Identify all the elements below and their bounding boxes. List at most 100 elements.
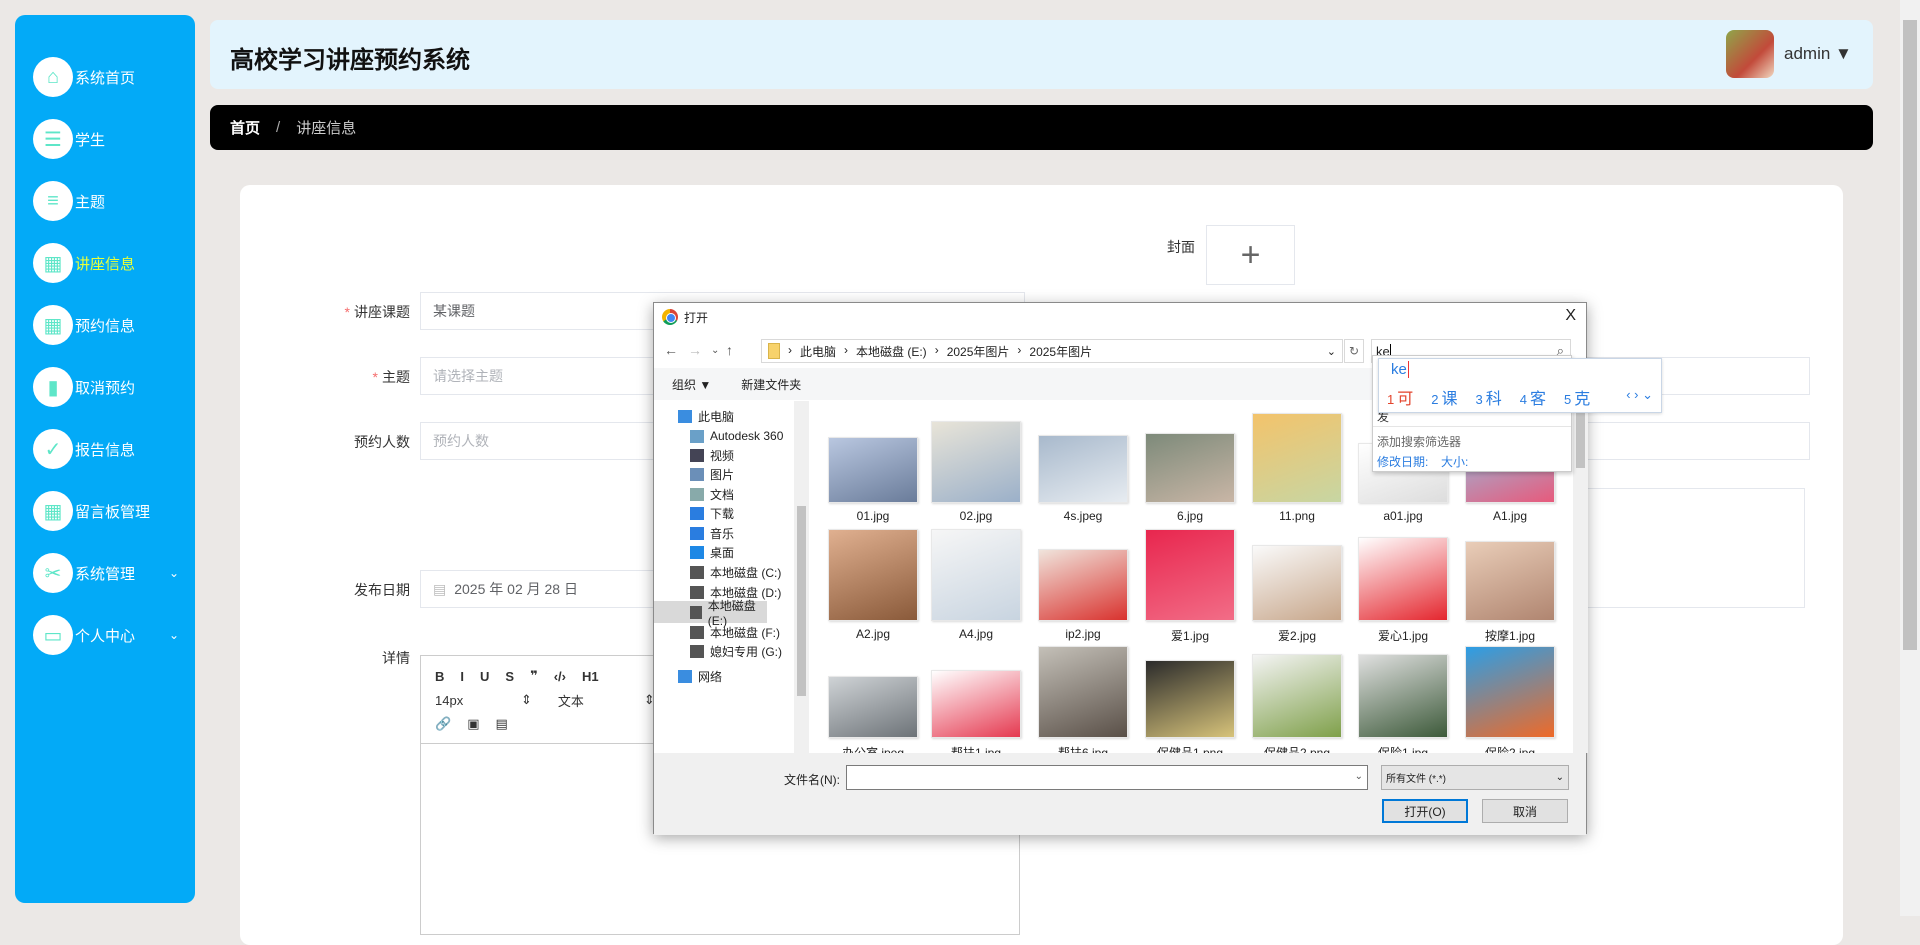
sidebar-item-8[interactable]: ✂ 系统管理 ⌄: [33, 551, 193, 595]
nav-item[interactable]: 媳妇专用 (G:): [690, 640, 809, 662]
editor-tool-5[interactable]: ‹/›: [554, 669, 566, 684]
ime-candidates: 1可 2课 3科 4客 5克: [1387, 385, 1590, 409]
nav-item[interactable]: 本地磁盘 (E:): [654, 599, 767, 628]
file-item[interactable]: 帮扶6.jpg: [1033, 646, 1133, 753]
user-menu[interactable]: admin ▼: [1784, 44, 1852, 64]
nav-item-icon: [690, 487, 704, 501]
editor-tool-0[interactable]: B: [435, 669, 444, 684]
nav-item[interactable]: 桌面: [690, 541, 809, 563]
new-folder-button[interactable]: 新建文件夹: [741, 376, 801, 393]
file-item[interactable]: 办公室.jpeg: [823, 676, 923, 753]
organize-menu[interactable]: 组织 ▼: [672, 376, 711, 393]
breadcrumb-home[interactable]: 首页: [230, 117, 260, 138]
files-scrollbar-thumb[interactable]: [1576, 413, 1585, 468]
ime-candidate[interactable]: 5克: [1564, 385, 1590, 409]
sidebar-item-0[interactable]: ⌂ 系统首页: [33, 55, 193, 99]
ime-candidate[interactable]: 4客: [1520, 385, 1546, 409]
path-segment[interactable]: 2025年图片: [1029, 343, 1092, 360]
editor-tool-3[interactable]: S: [505, 669, 514, 684]
app-title: 高校学习讲座预约系统: [230, 47, 470, 74]
nav-scrollbar-thumb[interactable]: [797, 506, 806, 696]
editor-tool-2[interactable]: U: [480, 669, 489, 684]
file-thumbnail: [1145, 433, 1235, 503]
file-item[interactable]: 11.png: [1247, 413, 1347, 523]
sidebar-item-5[interactable]: ▮ 取消预约: [33, 365, 193, 409]
nav-item-icon: [690, 506, 704, 520]
file-name: ip2.jpg: [1065, 627, 1101, 641]
image-icon[interactable]: ▣: [467, 716, 479, 732]
sidebar-item-7[interactable]: ▦ 留言板管理: [33, 489, 193, 533]
file-item[interactable]: 保健品1.png: [1140, 660, 1240, 753]
file-item[interactable]: 爱心1.jpg: [1353, 537, 1453, 644]
ime-candidate[interactable]: 3科: [1476, 385, 1502, 409]
file-item[interactable]: 保险1.jpg: [1353, 654, 1453, 753]
sidebar-item-6[interactable]: ✓ 报告信息: [33, 427, 193, 471]
filename-input[interactable]: ⌄: [846, 765, 1368, 790]
open-button[interactable]: 打开(O): [1382, 799, 1468, 823]
font-type-select[interactable]: 文本: [558, 691, 628, 710]
filter-date-modified[interactable]: 修改日期:: [1377, 453, 1428, 470]
ime-candidate[interactable]: 1可: [1387, 385, 1413, 409]
nav-scrollbar[interactable]: [794, 401, 809, 753]
sidebar-item-4[interactable]: ▦ 预约信息: [33, 303, 193, 347]
file-item[interactable]: 01.jpg: [823, 437, 923, 523]
file-item[interactable]: 保健品2.png: [1247, 654, 1347, 753]
path-segment[interactable]: 此电脑: [800, 343, 836, 360]
up-icon[interactable]: ↑: [726, 342, 733, 358]
file-item[interactable]: 按摩1.jpg: [1460, 541, 1560, 644]
detail-label: 详情: [382, 650, 410, 666]
sidebar-item-label: 取消预约: [75, 379, 136, 397]
sidebar-item-9[interactable]: ▭ 个人中心 ⌄: [33, 613, 193, 657]
font-size-select[interactable]: 14px: [435, 693, 505, 708]
close-button[interactable]: X: [1565, 307, 1576, 325]
ime-candidate[interactable]: 2课: [1431, 385, 1457, 409]
nav-item[interactable]: 网络: [678, 665, 806, 687]
back-icon[interactable]: ←: [664, 342, 678, 358]
filter-size[interactable]: 大小:: [1441, 453, 1468, 470]
ime-page-nav[interactable]: ‹ › ⌄: [1626, 387, 1653, 403]
file-item[interactable]: 爱1.jpg: [1140, 529, 1240, 644]
file-item[interactable]: 02.jpg: [926, 421, 1026, 523]
cancel-button[interactable]: 取消: [1482, 799, 1568, 823]
file-item[interactable]: 4s.jpeg: [1033, 435, 1133, 523]
nav-item[interactable]: 下载: [690, 502, 809, 524]
sidebar-item-2[interactable]: ≡ 主题: [33, 179, 193, 223]
page-scrollbar[interactable]: [1900, 0, 1920, 916]
address-bar[interactable]: › 此电脑 › 本地磁盘 (E:) › 2025年图片 › 2025年图片 ⌄: [761, 339, 1343, 363]
filename-dropdown-icon[interactable]: ⌄: [1355, 771, 1363, 782]
editor-tool-1[interactable]: I: [460, 669, 464, 684]
file-item[interactable]: 帮扶1.jpg: [926, 670, 1026, 753]
file-item[interactable]: 保险2.jpg: [1460, 646, 1560, 753]
cover-upload-button[interactable]: +: [1206, 225, 1295, 285]
nav-item[interactable]: 此电脑: [678, 405, 806, 427]
nav-item-icon: [690, 644, 704, 658]
file-item[interactable]: A4.jpg: [926, 529, 1026, 641]
link-icon[interactable]: 🔗: [435, 716, 451, 732]
path-segment[interactable]: 本地磁盘 (E:): [856, 343, 927, 360]
refresh-button[interactable]: ↻: [1344, 339, 1364, 363]
file-item[interactable]: A2.jpg: [823, 529, 923, 641]
page-scrollbar-thumb[interactable]: [1903, 20, 1917, 650]
address-dropdown-icon[interactable]: ⌄: [1327, 345, 1336, 358]
file-type-select[interactable]: 所有文件 (*.*) ⌄: [1381, 765, 1569, 790]
files-scrollbar[interactable]: [1573, 401, 1588, 753]
editor-tool-6[interactable]: H1: [582, 669, 599, 684]
editor-tool-4[interactable]: ❞: [530, 668, 538, 684]
font-size-arrow[interactable]: ⇕: [521, 692, 532, 708]
sidebar-item-3[interactable]: ▦ 讲座信息: [33, 241, 193, 285]
file-item[interactable]: 爱2.jpg: [1247, 545, 1347, 644]
nav-item-icon: [690, 565, 704, 579]
chevron-down-icon: ⌄: [168, 566, 179, 580]
file-item[interactable]: 6.jpg: [1140, 433, 1240, 523]
file-item[interactable]: ip2.jpg: [1033, 549, 1133, 641]
sidebar-item-1[interactable]: ☰ 学生: [33, 117, 193, 161]
file-thumbnail: [931, 529, 1021, 621]
recent-locations-icon[interactable]: ⌄: [711, 345, 719, 356]
nav-item[interactable]: 图片: [690, 463, 809, 485]
nav-item[interactable]: 本地磁盘 (C:): [690, 561, 809, 583]
forward-icon[interactable]: →: [688, 342, 702, 358]
nav-item-label: 本地磁盘 (C:): [710, 565, 782, 580]
video-icon[interactable]: ▤: [495, 716, 507, 732]
avatar[interactable]: [1726, 30, 1774, 78]
path-segment[interactable]: 2025年图片: [947, 343, 1010, 360]
